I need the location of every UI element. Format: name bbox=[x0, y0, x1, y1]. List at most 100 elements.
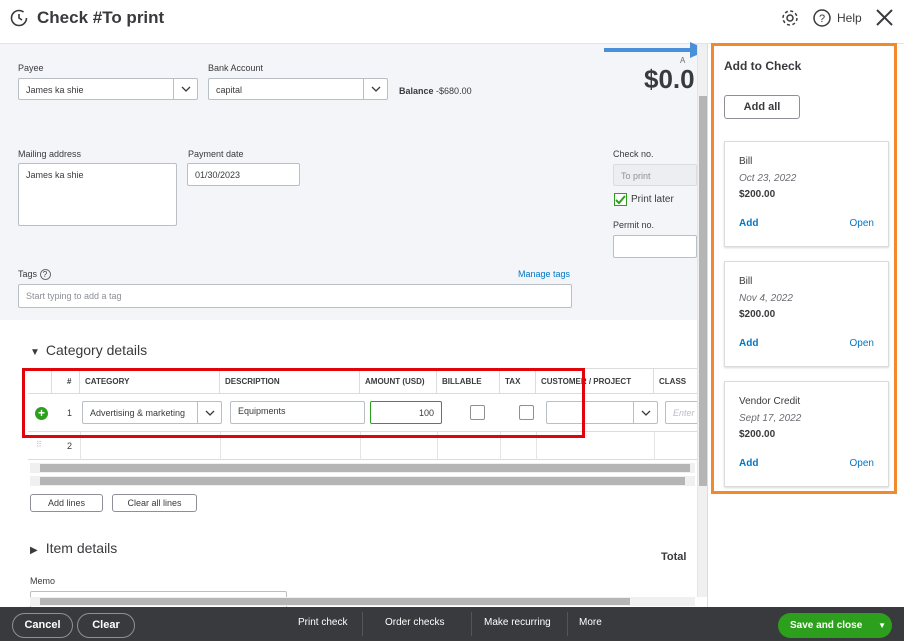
balance: Balance -$680.00 bbox=[399, 86, 472, 96]
highlight-box-red bbox=[22, 368, 585, 438]
permit-no-field[interactable] bbox=[613, 235, 697, 258]
card-date: Nov 4, 2022 bbox=[739, 293, 793, 304]
total-label: Total bbox=[661, 551, 687, 563]
header: Check #To print ? Help bbox=[0, 0, 904, 44]
clear-all-lines-button[interactable]: Clear all lines bbox=[112, 494, 197, 512]
chevron-down-icon bbox=[633, 402, 657, 423]
transaction-card: Vendor Credit Sept 17, 2022 $200.00 Add … bbox=[724, 381, 889, 487]
divider bbox=[471, 612, 472, 636]
tags-placeholder: Start typing to add a tag bbox=[26, 291, 122, 301]
payment-date-field[interactable]: 01/30/2023 bbox=[187, 163, 300, 186]
transaction-card: Bill Oct 23, 2022 $200.00 Add Open bbox=[724, 141, 889, 247]
category-details-header[interactable]: ▼ Category details bbox=[30, 342, 147, 358]
caret-right-icon: ▶ bbox=[30, 545, 38, 556]
transaction-card: Bill Nov 4, 2022 $200.00 Add Open bbox=[724, 261, 889, 367]
panel-title: Add to Check bbox=[724, 59, 802, 73]
history-icon[interactable] bbox=[9, 8, 29, 28]
card-date: Sept 17, 2022 bbox=[739, 413, 802, 424]
bottom-scrollbar[interactable] bbox=[30, 597, 695, 606]
bank-account-label: Bank Account bbox=[208, 63, 264, 73]
tags-label-text: Tags bbox=[18, 269, 38, 279]
save-and-close-label: Save and close bbox=[790, 620, 863, 631]
print-later-checkbox[interactable] bbox=[614, 193, 627, 206]
card-type: Bill bbox=[739, 276, 753, 287]
manage-tags-link[interactable]: Manage tags bbox=[518, 269, 570, 279]
clear-button[interactable]: Clear bbox=[77, 613, 135, 638]
tags-input[interactable]: Start typing to add a tag bbox=[18, 284, 572, 308]
add-lines-button[interactable]: Add lines bbox=[30, 494, 103, 512]
class-field[interactable]: Enter bbox=[665, 401, 697, 424]
close-icon[interactable] bbox=[875, 8, 894, 27]
row-number: 2 bbox=[67, 441, 73, 451]
tags-label: Tags ? bbox=[18, 269, 51, 281]
card-open-link[interactable]: Open bbox=[850, 218, 874, 229]
divider bbox=[567, 612, 568, 636]
help-icon[interactable]: ? bbox=[812, 8, 832, 28]
print-check-link[interactable]: Print check bbox=[298, 617, 347, 628]
payee-value: James ka shie bbox=[26, 85, 84, 95]
drag-handle-icon[interactable]: ⠿ bbox=[36, 440, 42, 449]
card-open-link[interactable]: Open bbox=[850, 338, 874, 349]
horizontal-scrollbar[interactable] bbox=[30, 463, 695, 473]
card-add-link[interactable]: Add bbox=[739, 338, 758, 349]
card-amount: $200.00 bbox=[739, 309, 776, 320]
mailing-address-label: Mailing address bbox=[18, 149, 82, 159]
checkmark-icon bbox=[615, 195, 626, 205]
card-type: Bill bbox=[739, 156, 753, 167]
caret-down-icon[interactable]: ▼ bbox=[878, 613, 886, 638]
scrollbar-thumb[interactable] bbox=[699, 96, 707, 486]
arrow-annotation bbox=[604, 42, 708, 58]
class-placeholder: Enter bbox=[673, 408, 695, 418]
info-icon: ? bbox=[39, 269, 51, 281]
divider bbox=[362, 612, 363, 636]
card-amount: $200.00 bbox=[739, 189, 776, 200]
memo-label: Memo bbox=[30, 576, 56, 586]
footer-bar bbox=[0, 607, 904, 641]
print-later-label: Print later bbox=[631, 194, 674, 205]
card-add-link[interactable]: Add bbox=[739, 458, 758, 469]
balance-value: -$680.00 bbox=[436, 86, 472, 96]
card-add-link[interactable]: Add bbox=[739, 218, 758, 229]
payment-date-label: Payment date bbox=[188, 149, 244, 159]
category-details-title: Category details bbox=[45, 342, 148, 358]
save-and-close-button[interactable]: Save and close ▼ bbox=[778, 613, 892, 638]
bank-account-select[interactable]: capital bbox=[208, 78, 388, 100]
card-date: Oct 23, 2022 bbox=[739, 173, 797, 184]
card-type: Vendor Credit bbox=[739, 396, 801, 407]
horizontal-scrollbar[interactable] bbox=[30, 476, 695, 486]
bank-account-value: capital bbox=[216, 85, 243, 95]
payee-select[interactable]: James ka shie bbox=[18, 78, 198, 100]
chevron-down-icon bbox=[363, 79, 387, 99]
svg-text:?: ? bbox=[819, 13, 825, 25]
mailing-address-value: James ka shie bbox=[26, 170, 84, 180]
scrollbar-thumb[interactable] bbox=[40, 477, 685, 485]
add-all-button[interactable]: Add all bbox=[724, 95, 800, 119]
check-no-label: Check no. bbox=[613, 149, 654, 159]
card-amount: $200.00 bbox=[739, 429, 776, 440]
order-checks-link[interactable]: Order checks bbox=[385, 617, 444, 628]
mailing-address-field[interactable]: James ka shie bbox=[18, 163, 177, 226]
card-open-link[interactable]: Open bbox=[850, 458, 874, 469]
row-dividers bbox=[654, 432, 655, 460]
check-no-placeholder: To print bbox=[621, 171, 651, 181]
gear-icon[interactable] bbox=[780, 8, 800, 28]
item-details-title: Item details bbox=[45, 540, 118, 556]
chevron-down-icon bbox=[173, 79, 197, 99]
payee-label: Payee bbox=[18, 63, 44, 73]
col-class: CLASS bbox=[654, 369, 697, 395]
permit-no-label: Permit no. bbox=[613, 220, 655, 230]
page-title: Check #To print bbox=[37, 8, 165, 27]
balance-label: Balance bbox=[399, 86, 434, 96]
help-link[interactable]: Help bbox=[837, 11, 862, 25]
more-link[interactable]: More bbox=[579, 617, 602, 628]
scrollbar-thumb[interactable] bbox=[40, 598, 630, 605]
make-recurring-link[interactable]: Make recurring bbox=[484, 617, 551, 628]
amount-total-big: $0.0 bbox=[644, 64, 695, 94]
check-no-field[interactable]: To print bbox=[613, 164, 697, 186]
vertical-scrollbar[interactable] bbox=[697, 44, 707, 597]
cancel-button[interactable]: Cancel bbox=[12, 613, 73, 638]
item-details-header[interactable]: ▶ Item details bbox=[30, 540, 117, 556]
payment-date-value: 01/30/2023 bbox=[195, 170, 241, 180]
caret-down-icon: ▼ bbox=[30, 347, 40, 358]
scrollbar-thumb[interactable] bbox=[40, 464, 690, 472]
